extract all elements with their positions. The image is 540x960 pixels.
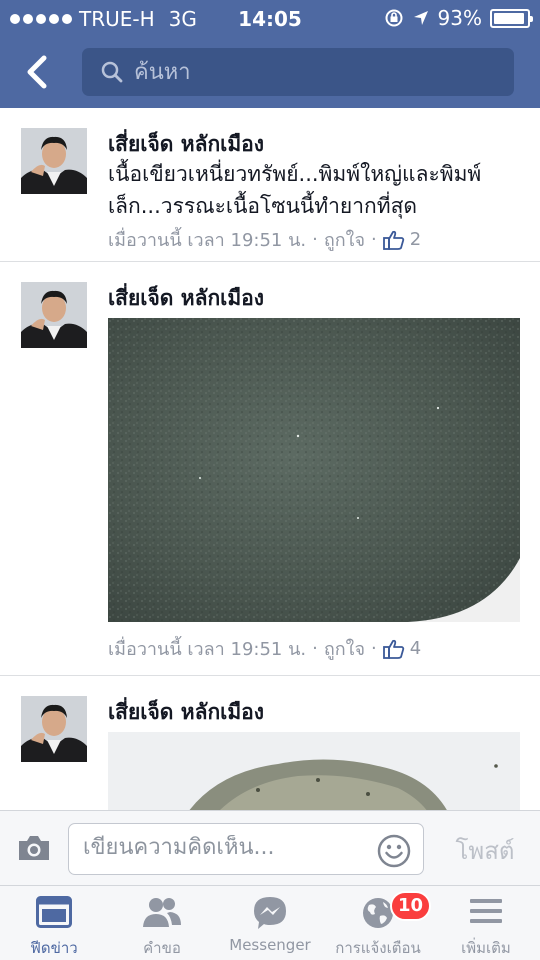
separator: · [371, 638, 377, 659]
battery-fill [494, 12, 524, 24]
like-link[interactable]: ถูกใจ [324, 225, 365, 254]
battery-icon [490, 8, 533, 28]
avatar[interactable] [21, 696, 87, 762]
profile-photo [21, 696, 87, 762]
author-name[interactable]: เสี่ยเจ็ด หลักเมือง [108, 128, 264, 161]
like-link[interactable]: ถูกใจ [324, 634, 365, 663]
timestamp: เมื่อวานนี้ เวลา 19:51 น. [108, 639, 307, 660]
thumbs-up-icon [382, 230, 404, 250]
orientation-lock-icon [385, 9, 403, 27]
back-button[interactable] [20, 52, 56, 92]
tab-more[interactable]: เพิ่มเติม [432, 886, 540, 960]
location-arrow-icon [413, 11, 428, 25]
comment-text: เนื้อเขียวเหนี่ยวทรัพย์...พิมพ์ใหญ่และพิ… [108, 162, 482, 218]
green-sand-powder-photo [108, 318, 520, 622]
timestamp: เมื่อวานนี้ เวลา 19:51 น. [108, 230, 307, 251]
tab-label: เพิ่มเติม [461, 939, 511, 957]
search-icon [101, 61, 123, 83]
search-input[interactable] [134, 59, 484, 85]
navigation-bar [0, 38, 540, 108]
comment-item: เสี่ยเจ็ด หลักเมือง [0, 262, 540, 676]
search-box[interactable] [82, 48, 514, 96]
tab-label: ฟีดข่าว [30, 939, 78, 957]
tab-notifications[interactable]: 10 การแจ้งเตือน [324, 886, 432, 960]
tab-label: คำขอ [143, 939, 181, 957]
chevron-left-icon [27, 55, 47, 89]
post-button[interactable]: โพสต์ [440, 831, 530, 870]
tab-label: การแจ้งเตือน [335, 939, 421, 957]
profile-photo [21, 282, 87, 348]
news-feed-icon [36, 896, 72, 928]
battery-percent: 93% [437, 6, 482, 30]
comment-item: เสี่ยเจ็ด หลักเมือง [0, 676, 540, 810]
profile-photo [21, 128, 87, 194]
comment-box[interactable] [68, 823, 424, 875]
avatar[interactable] [21, 128, 87, 194]
tab-requests[interactable]: คำขอ [108, 886, 216, 960]
messenger-icon [254, 897, 286, 929]
herb-powder-pile-photo [108, 732, 520, 810]
like-count[interactable]: 4 [410, 638, 421, 659]
camera-button[interactable] [16, 833, 52, 867]
status-bar: TRUE-H 3G 14:05 93% [0, 0, 540, 38]
tab-label: Messenger [229, 936, 311, 954]
friend-requests-icon [143, 898, 181, 927]
comment-feed: เสี่ยเจ็ด หลักเมือง เนื้อเขียวเหนี่ยวทรั… [0, 108, 540, 810]
notification-badge: 10 [390, 891, 432, 921]
tab-messenger[interactable]: Messenger [216, 886, 324, 960]
separator: · [371, 229, 377, 250]
comment-meta: เมื่อวานนี้ เวลา 19:51 น. · ถูกใจ · 4 [108, 634, 421, 663]
attached-photo[interactable] [108, 732, 520, 810]
tab-news-feed[interactable]: ฟีดข่าว [0, 886, 108, 960]
tab-bar: ฟีดข่าว คำขอ Messenger 10 การแจ้งเตือน เ… [0, 885, 540, 960]
author-name[interactable]: เสี่ยเจ็ด หลักเมือง [108, 696, 264, 729]
separator: · [312, 638, 318, 659]
camera-icon [19, 836, 49, 860]
author-name[interactable]: เสี่ยเจ็ด หลักเมือง [108, 282, 264, 315]
like-count[interactable]: 2 [410, 229, 421, 250]
avatar[interactable] [21, 282, 87, 348]
comment-input[interactable] [83, 835, 373, 860]
menu-icon [470, 899, 502, 923]
comment-meta: เมื่อวานนี้ เวลา 19:51 น. · ถูกใจ · 2 [108, 225, 421, 254]
attached-photo[interactable] [108, 318, 520, 622]
separator: · [312, 229, 318, 250]
emoji-icon[interactable] [377, 834, 411, 868]
comment-item: เสี่ยเจ็ด หลักเมือง เนื้อเขียวเหนี่ยวทรั… [0, 108, 540, 262]
thumbs-up-icon [382, 639, 404, 659]
comment-composer: โพสต์ [0, 810, 540, 885]
